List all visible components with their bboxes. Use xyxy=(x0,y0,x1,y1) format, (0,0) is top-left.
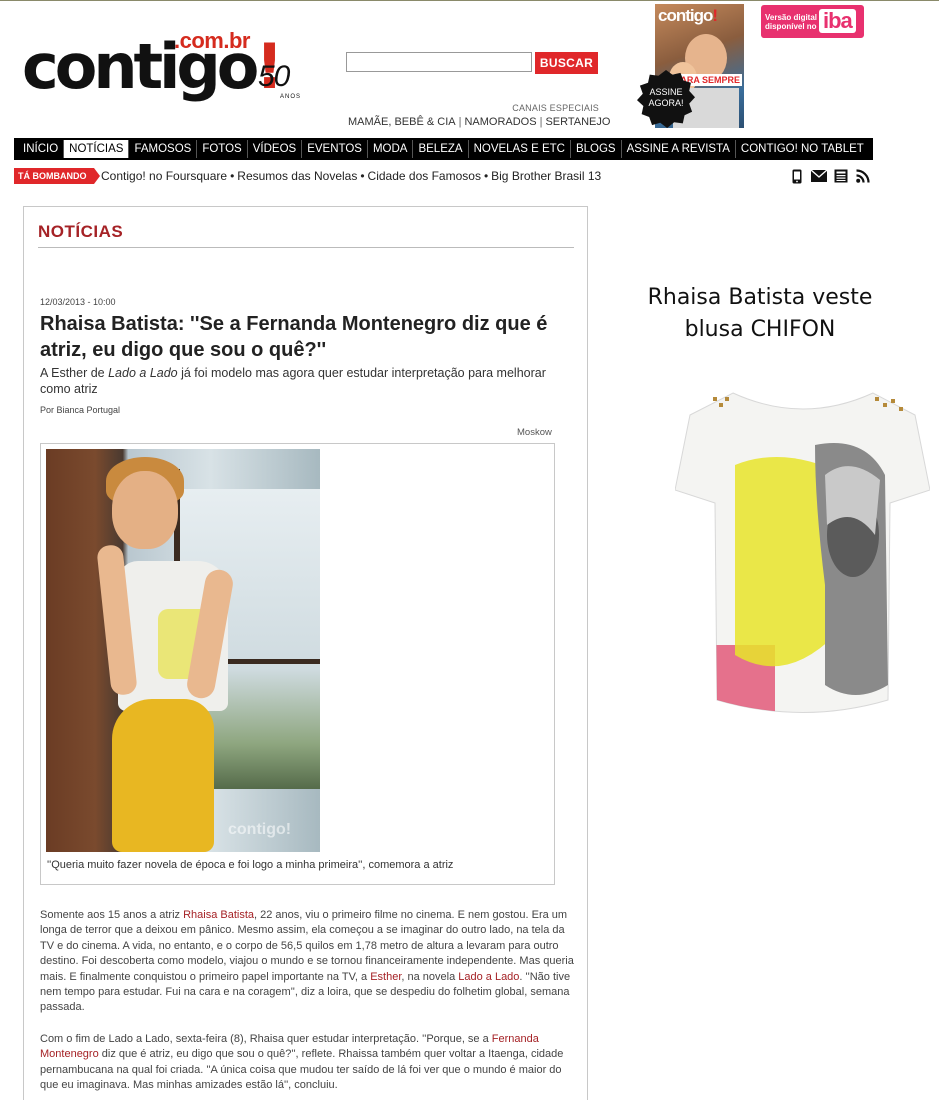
paragraph-text: Somente aos 15 anos a atriz xyxy=(40,909,184,921)
article-photo-frame: contigo! ''Queria muito fazer novela de … xyxy=(40,443,555,885)
main-nav: INÍCIO NOTÍCIAS FAMOSOS FOTOS VÍDEOS EVE… xyxy=(14,138,873,160)
section-divider xyxy=(38,247,574,248)
paragraph-text: diz que é atriz, eu digo que sou o quê?'… xyxy=(40,1048,564,1092)
trending-link-resumos[interactable]: Resumos das Novelas xyxy=(237,169,357,183)
top-border xyxy=(0,0,939,1)
nav-tablet[interactable]: CONTIGO! NO TABLET xyxy=(736,140,869,158)
article-photo[interactable]: contigo! xyxy=(46,449,320,852)
iba-digital-badge[interactable]: Versão digital disponível no iba xyxy=(761,5,864,38)
article-byline: Por Bianca Portugal xyxy=(40,405,121,415)
nav-moda[interactable]: MODA xyxy=(368,140,414,158)
logo-main-text: contigo xyxy=(22,30,259,103)
nav-inicio[interactable]: INÍCIO xyxy=(18,140,65,158)
rss-icon[interactable] xyxy=(855,168,871,184)
canal-link-mamae[interactable]: MAMÃE, BEBÊ & CIA xyxy=(348,116,456,128)
canais-especiais-label: CANAIS ESPECIAIS xyxy=(512,103,599,113)
iba-logo: iba xyxy=(819,9,856,33)
ad-title-line2: blusa CHIFON xyxy=(684,317,836,342)
nav-blogs[interactable]: BLOGS xyxy=(571,140,622,158)
nav-assine[interactable]: ASSINE A REVISTA xyxy=(622,140,736,158)
paragraph-text: Com o fim de Lado a Lado, sexta-feira (8… xyxy=(40,1033,492,1045)
cover-title-text: contigo xyxy=(658,6,713,25)
nav-fotos[interactable]: FOTOS xyxy=(197,140,248,158)
canais-links: MAMÃE, BEBÊ & CIA | NAMORADOS | SERTANEJO xyxy=(348,116,610,128)
subhead-novela: Lado a Lado xyxy=(108,366,178,380)
article-paragraph: Com o fim de Lado a Lado, sexta-feira (8… xyxy=(40,1032,575,1094)
link-rhaisa-batista[interactable]: Rhaisa Batista xyxy=(183,909,254,921)
mobile-icon[interactable] xyxy=(789,168,805,184)
separator: | xyxy=(458,116,462,128)
iba-caption-line1: Versão digital xyxy=(765,13,818,22)
link-esther[interactable]: Esther xyxy=(370,971,401,983)
ad-title[interactable]: Rhaisa Batista veste blusa CHIFON xyxy=(640,282,880,346)
photo-face xyxy=(112,471,178,549)
photo-skirt xyxy=(112,699,214,852)
logo-50-years: 50 xyxy=(258,60,290,93)
trending-badge: TÁ BOMBANDO xyxy=(14,168,100,184)
subhead-text: A Esther de xyxy=(40,366,109,380)
article-headline: Rhaisa Batista: ''Se a Fernanda Monteneg… xyxy=(40,313,548,361)
photo-credit: Moskow xyxy=(517,427,552,438)
newsletter-icon[interactable] xyxy=(833,168,849,184)
separator: • xyxy=(230,169,235,183)
article-subhead: A Esther de Lado a Lado já foi modelo ma… xyxy=(40,365,560,397)
article-paragraph: Somente aos 15 anos a atriz Rhaisa Batis… xyxy=(40,908,575,1016)
logo-wordmark: contigo! xyxy=(22,36,284,98)
trending-link-foursquare[interactable]: Contigo! no Foursquare xyxy=(101,169,227,183)
canal-link-namorados[interactable]: NAMORADOS xyxy=(464,116,536,128)
iba-caption: Versão digital disponível no xyxy=(765,13,817,31)
nav-beleza[interactable]: BELEZA xyxy=(413,140,469,158)
nav-videos[interactable]: VÍDEOS xyxy=(248,140,303,158)
article-box: NOTÍCIAS 12/03/2013 - 10:00 Rhaisa Batis… xyxy=(23,206,588,1100)
ad-title-line1: Rhaisa Batista veste xyxy=(647,285,873,310)
tshirt-ad-image[interactable] xyxy=(675,385,930,730)
trending-links: Contigo! no Foursquare • Resumos das Novel… xyxy=(101,169,601,183)
photo-caption: ''Queria muito fazer novela de época e f… xyxy=(47,859,454,871)
site-logo[interactable]: .com.br contigo! 50 ANOS xyxy=(22,28,307,112)
paragraph-text: , na novela xyxy=(401,970,459,983)
search-button[interactable]: BUSCAR xyxy=(535,52,598,74)
section-title: NOTÍCIAS xyxy=(38,222,124,241)
nav-novelas[interactable]: NOVELAS E ETC xyxy=(469,140,571,158)
social-icons xyxy=(789,168,871,184)
separator: | xyxy=(539,116,543,128)
nav-famosos[interactable]: FAMOSOS xyxy=(129,140,198,158)
canal-link-sertanejo[interactable]: SERTANEJO xyxy=(545,116,610,128)
iba-caption-line2: disponível no xyxy=(765,22,817,31)
separator: • xyxy=(483,169,489,183)
photo-watermark: contigo! xyxy=(228,821,292,838)
cover-bang: ! xyxy=(712,6,718,25)
nav-eventos[interactable]: EVENTOS xyxy=(302,140,368,158)
trending-link-bbb[interactable]: Big Brother Brasil 13 xyxy=(491,169,601,183)
article-date: 12/03/2013 - 10:00 xyxy=(40,297,116,307)
separator: • xyxy=(360,169,365,183)
nav-noticias[interactable]: NOTÍCIAS xyxy=(64,140,130,158)
search-input[interactable] xyxy=(346,52,532,72)
logo-anos: ANOS xyxy=(280,94,302,100)
cover-title: contigo! xyxy=(658,6,718,26)
email-icon[interactable] xyxy=(811,168,827,184)
trending-link-cidade[interactable]: Cidade dos Famosos xyxy=(368,169,481,183)
link-lado-a-lado[interactable]: Lado a Lado xyxy=(458,971,519,983)
